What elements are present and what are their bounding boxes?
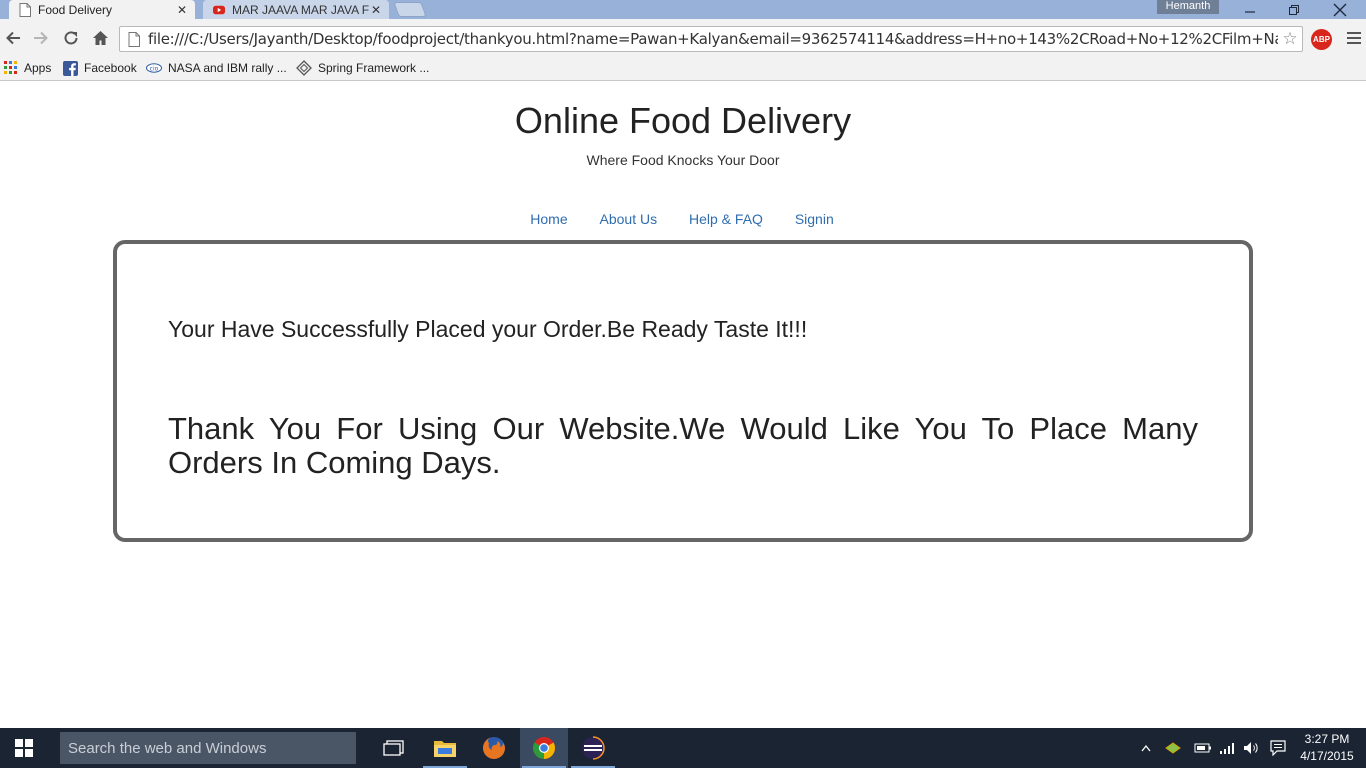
chrome-menu-icon[interactable] (1345, 29, 1363, 49)
bookmark-facebook[interactable]: Facebook (63, 59, 137, 77)
order-success-message: Your Have Successfully Placed your Order… (168, 316, 808, 342)
page-icon (128, 31, 140, 47)
close-icon[interactable]: ✕ (369, 3, 383, 17)
spring-icon (296, 60, 312, 76)
facebook-icon (63, 60, 78, 76)
new-tab-button[interactable] (393, 2, 427, 17)
taskbar-search-input[interactable]: Search the web and Windows (60, 732, 356, 764)
windows-taskbar: Search the web and Windows 3:27 PM 4/17/… (0, 728, 1366, 768)
task-view-icon[interactable] (370, 728, 418, 768)
file-explorer-icon[interactable] (421, 728, 469, 768)
site-icon: cio (146, 63, 162, 73)
tab-title: Food Delivery (38, 2, 113, 17)
bookmarks-bar: Apps Facebook cio NASA and IBM rally ...… (0, 57, 1366, 81)
address-bar[interactable]: file:///C:/Users/Jayanth/Desktop/foodpro… (119, 26, 1303, 52)
nav-signin[interactable]: Signin (795, 211, 834, 227)
profile-button[interactable]: Hemanth (1157, 0, 1219, 14)
clock-time: 3:27 PM (1304, 732, 1350, 746)
svg-text:cio: cio (150, 66, 159, 73)
forward-icon[interactable] (30, 27, 52, 49)
youtube-icon (213, 5, 225, 14)
thank-you-message: Thank You For Using Our Website.We Would… (168, 411, 1198, 480)
bookmark-label: Facebook (84, 61, 137, 75)
close-icon[interactable]: ✕ (175, 3, 189, 17)
volume-icon[interactable] (1240, 728, 1262, 768)
page-icon (19, 2, 31, 17)
nav-help-faq[interactable]: Help & FAQ (689, 211, 763, 227)
bookmark-spring[interactable]: Spring Framework ... (296, 59, 429, 77)
show-hidden-icons-icon[interactable] (1138, 728, 1154, 768)
site-title: Online Food Delivery (514, 100, 852, 141)
chrome-icon[interactable] (520, 728, 568, 768)
site-tagline: Where Food Knocks Your Door (586, 152, 780, 168)
minimize-icon[interactable] (1228, 0, 1272, 19)
bookmark-label: Spring Framework ... (318, 61, 430, 75)
restore-icon[interactable] (1272, 0, 1316, 19)
bookmark-label: Apps (24, 61, 52, 75)
reload-icon[interactable] (60, 27, 82, 49)
browser-toolbar: file:///C:/Users/Jayanth/Desktop/foodpro… (0, 19, 1366, 57)
eclipse-icon[interactable] (569, 728, 617, 768)
bookmark-label: NASA and IBM rally ... (168, 61, 287, 75)
confirmation-card: Your Have Successfully Placed your Order… (113, 240, 1253, 542)
url-text[interactable]: file:///C:/Users/Jayanth/Desktop/foodpro… (148, 30, 1278, 48)
adblock-plus-icon[interactable]: ABP (1311, 29, 1332, 50)
nav-home[interactable]: Home (530, 211, 567, 227)
system-clock[interactable]: 3:27 PM 4/17/2015 (1293, 731, 1361, 765)
firefox-icon[interactable] (470, 728, 518, 768)
bookmark-apps[interactable]: Apps (4, 59, 51, 77)
bookmark-star-icon[interactable]: ☆ (1278, 29, 1302, 49)
apps-grid-icon (4, 61, 17, 74)
tab-title: MAR JAAVA MAR JAVA FU (232, 2, 369, 17)
tab-food-delivery[interactable]: Food Delivery ✕ (9, 0, 195, 19)
clock-date: 4/17/2015 (1300, 749, 1354, 763)
windows-start-icon[interactable] (0, 728, 48, 768)
close-window-icon[interactable] (1318, 0, 1362, 19)
back-icon[interactable] (2, 27, 24, 49)
action-center-icon[interactable] (1266, 728, 1290, 768)
main-nav: Home About Us Help & FAQ Signin (0, 211, 1366, 227)
wifi-signal-icon[interactable] (1216, 728, 1238, 768)
home-icon[interactable] (89, 27, 111, 49)
app-tray-icon[interactable] (1162, 728, 1184, 768)
nav-about-us[interactable]: About Us (600, 211, 658, 227)
browser-titlebar: Food Delivery ✕ MAR JAAVA MAR JAVA FU ✕ … (0, 0, 1366, 19)
tab-youtube[interactable]: MAR JAAVA MAR JAVA FU ✕ (203, 0, 389, 19)
bookmark-nasa-ibm[interactable]: cio NASA and IBM rally ... (146, 59, 287, 77)
battery-icon[interactable] (1192, 728, 1214, 768)
